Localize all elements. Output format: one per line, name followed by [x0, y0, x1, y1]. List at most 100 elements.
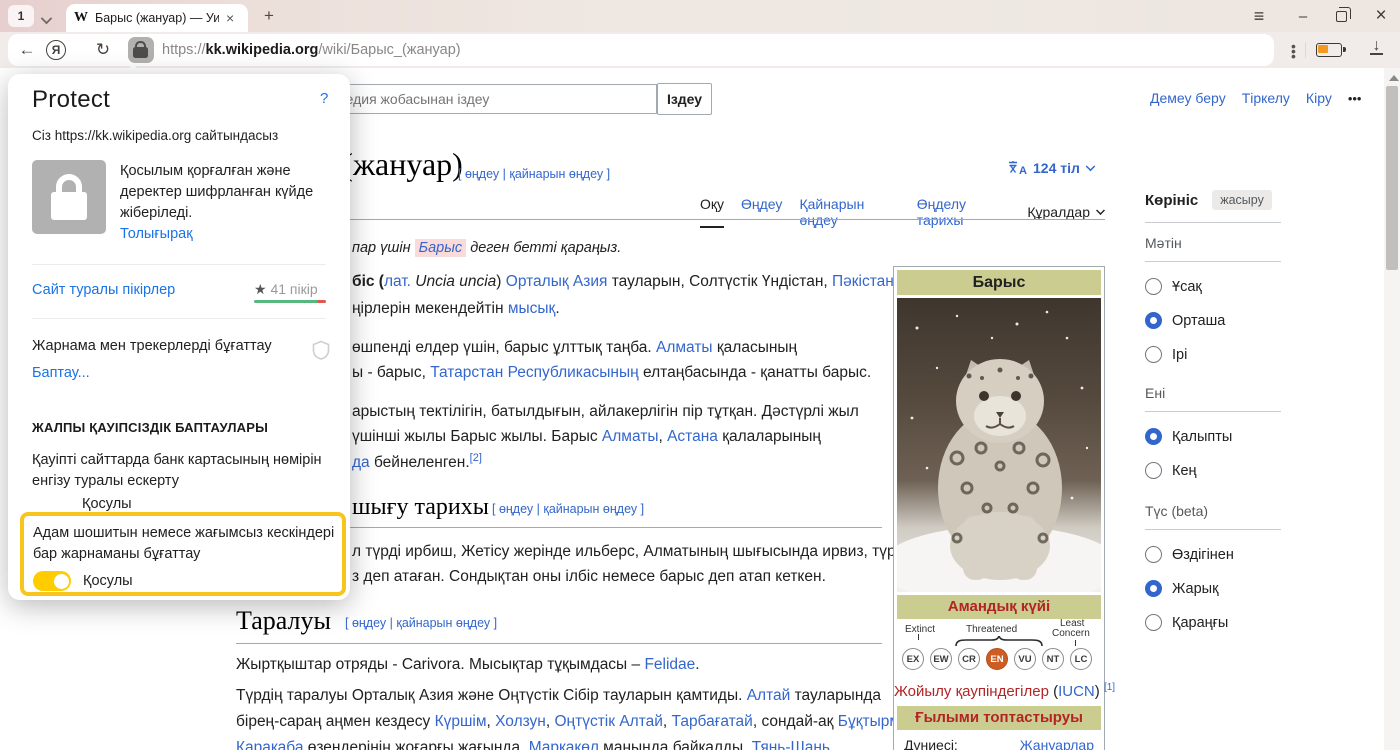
paragraph-line: үшінші жылы Барыс жылы. Барыс Алматы, Ас… [352, 428, 821, 446]
heading-divider [300, 527, 882, 528]
radio-selected-icon[interactable] [1145, 580, 1162, 597]
status-nt: NT [1042, 648, 1064, 670]
wikipedia-favicon: W [74, 10, 88, 26]
browser-menu-icon[interactable]: ≡ [1240, 0, 1278, 32]
radio-selected-icon[interactable] [1145, 428, 1162, 445]
status-cr: CR [958, 648, 980, 670]
shock-ads-state: Қосулы [83, 573, 133, 589]
paragraph-line: ы - барыс, Татарстан Республикасының елт… [352, 364, 871, 382]
paragraph-line: л түрді ирбиш, Жетісу жерінде ильберс, А… [352, 543, 906, 561]
tab-close-icon[interactable]: × [226, 10, 234, 26]
minimize-button[interactable]: – [1284, 0, 1322, 32]
radio-icon[interactable] [1145, 346, 1162, 363]
lat-link[interactable]: лат. [384, 273, 411, 290]
kingdom-link[interactable]: Жануарлар [1020, 737, 1094, 750]
browser-window: 1 W Барыс (жануар) — Уик × + ≡ – × ← Я ↻… [0, 0, 1400, 750]
color-dark-option[interactable]: Қараңғы [1145, 614, 1285, 631]
radio-icon[interactable] [1145, 546, 1162, 563]
login-link[interactable]: Кіру [1306, 90, 1332, 106]
panel-divider [32, 318, 326, 319]
tab-bar: 1 W Барыс (жануар) — Уик × + ≡ – × [0, 0, 1400, 32]
astana-link[interactable]: Астана [667, 428, 718, 445]
section-edit-links[interactable]: [ өңдеу | қайнарын өңдеу ] [492, 502, 644, 516]
appearance-panel: Көрініс жасыру Мәтін Ұсақ Орташа Ірі Ені… [1145, 190, 1285, 631]
star-icon: ★ [254, 281, 267, 297]
hatnote-link[interactable]: Барыс [415, 239, 467, 257]
reference-link[interactable]: [2] [470, 452, 482, 464]
https-lock-icon [32, 160, 106, 234]
status-en-active: EN [986, 648, 1008, 670]
tab-read[interactable]: Оқу [700, 196, 724, 228]
yandex-icon[interactable]: Я [46, 40, 84, 60]
color-auto-option[interactable]: Өздігінен [1145, 546, 1285, 563]
width-standard-option[interactable]: Қалыпты [1145, 428, 1285, 445]
cat-link[interactable]: мысық [508, 300, 555, 317]
shock-ads-toggle[interactable] [33, 571, 71, 591]
translate-icon: A [1008, 160, 1027, 176]
battery-icon[interactable] [1316, 43, 1342, 62]
download-icon[interactable]: ↓ [1370, 40, 1383, 55]
radio-icon[interactable] [1145, 462, 1162, 479]
tab-history[interactable]: Өңделу тарихы [917, 196, 1011, 228]
pakistan-link[interactable]: Пәкістан [832, 273, 894, 290]
protect-help-link[interactable]: ? [320, 90, 328, 107]
url-field[interactable]: ← Я ↻ https://kk.wikipedia.org/wiki/Бары… [8, 34, 1274, 66]
tatarstan-link[interactable]: Татарстан Республикасының [430, 364, 639, 381]
text-small-option[interactable]: Ұсақ [1145, 278, 1285, 295]
width-wide-option[interactable]: Кең [1145, 462, 1285, 479]
scrollbar-up-arrow[interactable] [1389, 75, 1399, 81]
tab-tools[interactable]: Құралдар [1027, 196, 1105, 228]
text-standard-option[interactable]: Орташа [1145, 312, 1285, 329]
toolbar-divider [1305, 42, 1306, 58]
rating-bar [254, 300, 326, 303]
site-reviews-link[interactable]: Сайт туралы пікірлер [32, 282, 175, 298]
tab-list-chevron-icon[interactable] [42, 10, 51, 28]
appearance-title: Көрініс [1145, 192, 1198, 209]
iucn-link[interactable]: IUCN [1058, 683, 1095, 700]
snow-leopard-image[interactable] [897, 298, 1101, 592]
search-input[interactable] [298, 84, 657, 114]
restore-button[interactable] [1322, 0, 1360, 32]
languages-button[interactable]: A 124 тіл [1008, 160, 1095, 176]
altai-link[interactable]: Алтай [747, 687, 791, 704]
more-options-icon[interactable]: ••• [1348, 91, 1362, 106]
section-heading: шығу тарихы [352, 494, 489, 521]
close-window-button[interactable]: × [1362, 0, 1400, 32]
extinct-tick [918, 634, 919, 640]
site-lock-icon[interactable] [128, 37, 154, 63]
back-icon[interactable]: ← [8, 40, 46, 60]
almaty-link[interactable]: Алматы [656, 339, 713, 356]
paragraph-line: ңірлерін мекендейтін мысық. [352, 300, 560, 318]
register-link[interactable]: Тіркелу [1242, 90, 1290, 106]
details-link[interactable]: Толығырақ [120, 226, 193, 242]
hide-appearance-button[interactable]: жасыру [1212, 190, 1272, 210]
scrollbar-thumb[interactable] [1386, 86, 1398, 270]
shield-icon[interactable] [312, 340, 330, 360]
active-tab[interactable]: W Барыс (жануар) — Уик × [66, 4, 248, 32]
central-asia-link[interactable]: Орталық Азия [506, 273, 608, 290]
radio-selected-icon[interactable] [1145, 312, 1162, 329]
felidae-link[interactable]: Felidae [644, 656, 695, 673]
almaty-link[interactable]: Алматы [602, 428, 659, 445]
color-light-option[interactable]: Жарық [1145, 580, 1285, 597]
reference-link[interactable]: [1] [1104, 682, 1115, 693]
search-button[interactable]: Іздеу [657, 83, 712, 115]
svg-text:A: A [1019, 165, 1027, 176]
tab-edit-source[interactable]: Қайнарын өңдеу [799, 196, 899, 228]
title-edit-links[interactable]: [ өңдеу | қайнарын өңдеу ] [458, 167, 610, 181]
adblock-setup-link[interactable]: Баптау... [32, 365, 90, 381]
refresh-icon[interactable]: ↻ [84, 40, 122, 60]
paragraph-line: өшпенді елдер үшін, барыс ұлттық таңба. … [352, 339, 797, 357]
section-edit-links[interactable]: [ өңдеу | қайнарын өңдеу ] [345, 616, 497, 630]
color-label: Түс (beta) [1145, 503, 1285, 519]
radio-icon[interactable] [1145, 614, 1162, 631]
tab-edit[interactable]: Өңдеу [741, 196, 782, 228]
paragraph-line: біс (лат. Uncia uncia) Орталық Азия таул… [352, 273, 898, 291]
extensions-dots-icon[interactable]: ••• [1291, 44, 1296, 59]
radio-icon[interactable] [1145, 278, 1162, 295]
donate-link[interactable]: Демеу беру [1150, 90, 1226, 106]
tab-count-button[interactable]: 1 [8, 5, 34, 27]
text-large-option[interactable]: Ірі [1145, 346, 1285, 363]
taxonomy-header: Ғылыми топтастыруы [897, 706, 1101, 730]
new-tab-button[interactable]: + [256, 4, 282, 28]
